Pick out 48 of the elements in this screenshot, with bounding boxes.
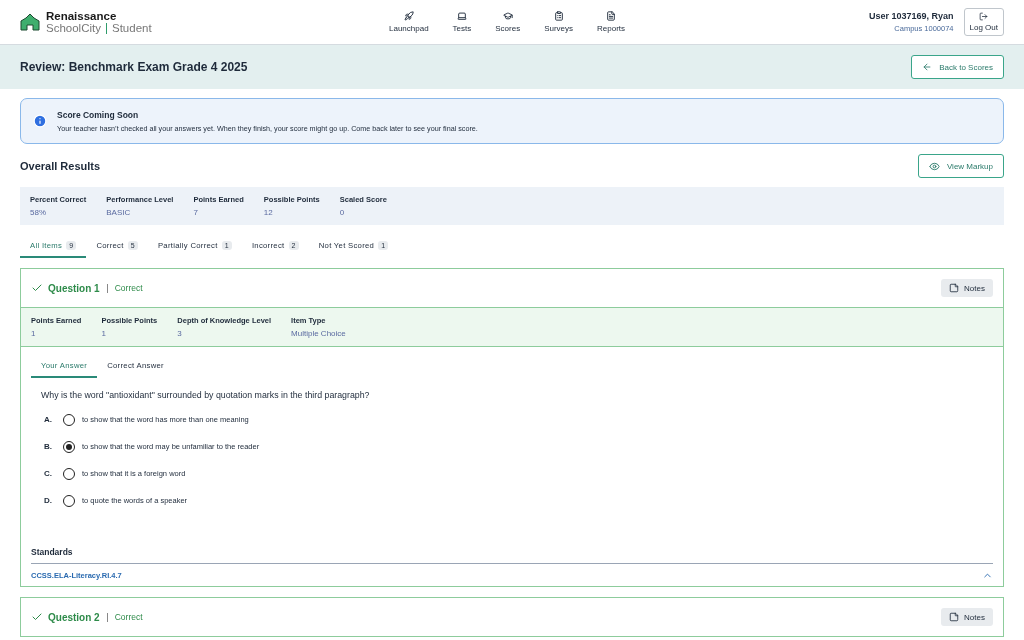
stat-value: BASIC <box>106 208 132 217</box>
back-button[interactable]: Back to Scores <box>911 55 1004 79</box>
notes-button[interactable]: Notes <box>941 608 993 626</box>
stat-value: 7 <box>193 208 199 217</box>
brand-name: Renaissance <box>46 10 118 22</box>
question-title: Question 1 <box>48 282 100 294</box>
standards-heading: Standards <box>31 547 993 564</box>
laptop-icon <box>456 11 467 21</box>
stat-value: 1 <box>101 329 107 338</box>
area-name: Student <box>111 22 152 34</box>
nav-link[interactable]: Surveys <box>535 11 583 33</box>
eye-icon <box>928 160 940 172</box>
choice-letter: C. <box>44 469 53 478</box>
document-icon <box>606 11 617 21</box>
logout-button[interactable]: Log Out <box>963 8 1004 36</box>
nav-link[interactable]: Tests <box>443 11 481 33</box>
question-status: Correct <box>114 612 143 622</box>
view-markup-button[interactable]: View Markup <box>917 154 1004 178</box>
stat-value: 0 <box>339 208 346 217</box>
nav-link[interactable]: Launchpad <box>380 11 438 33</box>
alert-title: Score Coming Soon <box>57 109 140 120</box>
page-title: Review: Benchmark Exam Grade 4 2025 <box>20 60 248 74</box>
stat-value: 12 <box>263 208 274 217</box>
question-title: Question 2 <box>48 611 100 623</box>
stat-value: 58% <box>30 208 47 217</box>
stat-value: 1 <box>31 329 37 338</box>
clipboard-icon <box>553 11 564 21</box>
rocket-icon <box>403 11 414 21</box>
choice-letter: D. <box>44 496 53 505</box>
graduation-cap-icon <box>502 11 513 21</box>
question-prompt: Why is the word "antioxidant" surrounded by quotation marks in the third paragraph? <box>41 390 371 400</box>
question-status: Correct <box>114 283 143 293</box>
user-name: User 1037169, Ryan <box>868 11 954 21</box>
choice-letter: B. <box>44 442 53 451</box>
product-name: SchoolCity <box>46 22 101 34</box>
notes-button[interactable]: Notes <box>941 279 993 297</box>
nav-link[interactable]: Reports <box>588 11 635 33</box>
logo-icon <box>20 13 40 31</box>
info-icon <box>33 114 47 128</box>
nav-link[interactable]: Scores <box>486 11 530 33</box>
note-icon <box>949 283 960 293</box>
note-icon <box>949 612 960 622</box>
section-title: Overall Results <box>20 160 101 172</box>
arrow-left-icon <box>922 62 933 72</box>
logout-icon <box>979 12 989 21</box>
stat-value: Multiple Choice <box>291 329 346 338</box>
choice-letter: A. <box>44 415 53 424</box>
stat-value: 3 <box>177 329 183 338</box>
